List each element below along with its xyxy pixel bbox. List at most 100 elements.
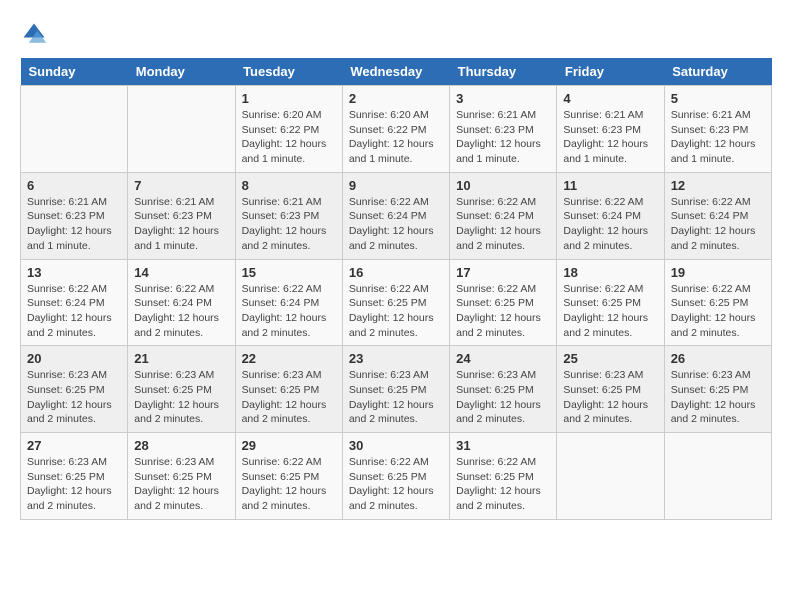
- day-number: 26: [671, 351, 765, 366]
- day-number: 17: [456, 265, 550, 280]
- day-info: Sunrise: 6:22 AM Sunset: 6:25 PM Dayligh…: [349, 282, 443, 341]
- day-header-thursday: Thursday: [450, 58, 557, 86]
- day-info: Sunrise: 6:23 AM Sunset: 6:25 PM Dayligh…: [349, 368, 443, 427]
- day-info: Sunrise: 6:21 AM Sunset: 6:23 PM Dayligh…: [671, 108, 765, 167]
- day-info: Sunrise: 6:23 AM Sunset: 6:25 PM Dayligh…: [134, 368, 228, 427]
- day-number: 3: [456, 91, 550, 106]
- calendar-cell: 27 Sunrise: 6:23 AM Sunset: 6:25 PM Dayli…: [21, 433, 128, 520]
- day-number: 10: [456, 178, 550, 193]
- calendar-cell: 7Sunrise: 6:21 AM Sunset: 6:23 PM Daylig…: [128, 172, 235, 259]
- calendar-cell: [557, 433, 664, 520]
- calendar-cell: 1 Sunrise: 6:20 AM Sunset: 6:22 PM Daylig…: [235, 86, 342, 173]
- calendar-cell: 28 Sunrise: 6:23 AM Sunset: 6:25 PM Dayli…: [128, 433, 235, 520]
- calendar-cell: 14 Sunrise: 6:22 AM Sunset: 6:24 PM Dayli…: [128, 259, 235, 346]
- day-info: Sunrise: 6:22 AM Sunset: 6:25 PM Dayligh…: [456, 455, 550, 514]
- day-number: 13: [27, 265, 121, 280]
- calendar-cell: 23 Sunrise: 6:23 AM Sunset: 6:25 PM Dayli…: [342, 346, 449, 433]
- day-number: 1: [242, 91, 336, 106]
- day-info: Sunrise: 6:23 AM Sunset: 6:25 PM Dayligh…: [27, 455, 121, 514]
- day-header-saturday: Saturday: [664, 58, 771, 86]
- day-info: Sunrise: 6:22 AM Sunset: 6:25 PM Dayligh…: [563, 282, 657, 341]
- day-number: 8: [242, 178, 336, 193]
- calendar-cell: [21, 86, 128, 173]
- calendar-cell: 11 Sunrise: 6:22 AM Sunset: 6:24 PM Dayli…: [557, 172, 664, 259]
- day-info: Sunrise: 6:20 AM Sunset: 6:22 PM Dayligh…: [242, 108, 336, 167]
- day-number: 9: [349, 178, 443, 193]
- day-info: Sunrise: 6:23 AM Sunset: 6:25 PM Dayligh…: [671, 368, 765, 427]
- day-number: 11: [563, 178, 657, 193]
- calendar-cell: 26 Sunrise: 6:23 AM Sunset: 6:25 PM Dayli…: [664, 346, 771, 433]
- day-number: 29: [242, 438, 336, 453]
- day-info: Sunrise: 6:21 AM Sunset: 6:23 PM Dayligh…: [242, 195, 336, 254]
- calendar-cell: [664, 433, 771, 520]
- day-info: Sunrise: 6:21 AM Sunset: 6:23 PM Dayligh…: [563, 108, 657, 167]
- calendar-cell: 20 Sunrise: 6:23 AM Sunset: 6:25 PM Dayli…: [21, 346, 128, 433]
- calendar-cell: 24 Sunrise: 6:23 AM Sunset: 6:25 PM Dayli…: [450, 346, 557, 433]
- calendar-week-row: 1 Sunrise: 6:20 AM Sunset: 6:22 PM Daylig…: [21, 86, 772, 173]
- calendar-cell: 15 Sunrise: 6:22 AM Sunset: 6:24 PM Dayli…: [235, 259, 342, 346]
- day-header-friday: Friday: [557, 58, 664, 86]
- day-number: 31: [456, 438, 550, 453]
- calendar-cell: 16 Sunrise: 6:22 AM Sunset: 6:25 PM Dayli…: [342, 259, 449, 346]
- day-number: 15: [242, 265, 336, 280]
- calendar-cell: 17 Sunrise: 6:22 AM Sunset: 6:25 PM Dayli…: [450, 259, 557, 346]
- calendar-cell: 3 Sunrise: 6:21 AM Sunset: 6:23 PM Daylig…: [450, 86, 557, 173]
- calendar-week-row: 27 Sunrise: 6:23 AM Sunset: 6:25 PM Dayli…: [21, 433, 772, 520]
- day-number: 30: [349, 438, 443, 453]
- day-number: 5: [671, 91, 765, 106]
- calendar-cell: 22Sunrise: 6:23 AM Sunset: 6:25 PM Dayli…: [235, 346, 342, 433]
- day-info: Sunrise: 6:22 AM Sunset: 6:24 PM Dayligh…: [349, 195, 443, 254]
- calendar-week-row: 20 Sunrise: 6:23 AM Sunset: 6:25 PM Dayli…: [21, 346, 772, 433]
- calendar-cell: 18Sunrise: 6:22 AM Sunset: 6:25 PM Dayli…: [557, 259, 664, 346]
- day-header-sunday: Sunday: [21, 58, 128, 86]
- day-info: Sunrise: 6:20 AM Sunset: 6:22 PM Dayligh…: [349, 108, 443, 167]
- day-info: Sunrise: 6:22 AM Sunset: 6:25 PM Dayligh…: [242, 455, 336, 514]
- day-info: Sunrise: 6:23 AM Sunset: 6:25 PM Dayligh…: [456, 368, 550, 427]
- day-number: 24: [456, 351, 550, 366]
- day-number: 2: [349, 91, 443, 106]
- day-info: Sunrise: 6:23 AM Sunset: 6:25 PM Dayligh…: [27, 368, 121, 427]
- day-number: 6: [27, 178, 121, 193]
- day-number: 7: [134, 178, 228, 193]
- day-info: Sunrise: 6:22 AM Sunset: 6:25 PM Dayligh…: [349, 455, 443, 514]
- calendar-cell: 12 Sunrise: 6:22 AM Sunset: 6:24 PM Dayli…: [664, 172, 771, 259]
- logo-icon: [20, 20, 48, 48]
- calendar-cell: 29 Sunrise: 6:22 AM Sunset: 6:25 PM Dayli…: [235, 433, 342, 520]
- day-info: Sunrise: 6:22 AM Sunset: 6:24 PM Dayligh…: [456, 195, 550, 254]
- day-number: 14: [134, 265, 228, 280]
- day-info: Sunrise: 6:22 AM Sunset: 6:25 PM Dayligh…: [671, 282, 765, 341]
- calendar-cell: 9 Sunrise: 6:22 AM Sunset: 6:24 PM Daylig…: [342, 172, 449, 259]
- day-number: 23: [349, 351, 443, 366]
- day-info: Sunrise: 6:23 AM Sunset: 6:25 PM Dayligh…: [134, 455, 228, 514]
- day-number: 12: [671, 178, 765, 193]
- day-header-tuesday: Tuesday: [235, 58, 342, 86]
- calendar-cell: 19Sunrise: 6:22 AM Sunset: 6:25 PM Dayli…: [664, 259, 771, 346]
- calendar-cell: 8 Sunrise: 6:21 AM Sunset: 6:23 PM Daylig…: [235, 172, 342, 259]
- day-info: Sunrise: 6:22 AM Sunset: 6:24 PM Dayligh…: [671, 195, 765, 254]
- calendar-cell: 30 Sunrise: 6:22 AM Sunset: 6:25 PM Dayli…: [342, 433, 449, 520]
- calendar-cell: 6 Sunrise: 6:21 AM Sunset: 6:23 PM Daylig…: [21, 172, 128, 259]
- days-header-row: SundayMondayTuesdayWednesdayThursdayFrid…: [21, 58, 772, 86]
- calendar-cell: 21Sunrise: 6:23 AM Sunset: 6:25 PM Dayli…: [128, 346, 235, 433]
- day-number: 20: [27, 351, 121, 366]
- day-info: Sunrise: 6:22 AM Sunset: 6:24 PM Dayligh…: [242, 282, 336, 341]
- calendar-cell: 5 Sunrise: 6:21 AM Sunset: 6:23 PM Daylig…: [664, 86, 771, 173]
- calendar-cell: 2 Sunrise: 6:20 AM Sunset: 6:22 PM Daylig…: [342, 86, 449, 173]
- calendar-table: SundayMondayTuesdayWednesdayThursdayFrid…: [20, 58, 772, 520]
- calendar-cell: [128, 86, 235, 173]
- day-number: 28: [134, 438, 228, 453]
- page-header: [20, 20, 772, 48]
- day-header-monday: Monday: [128, 58, 235, 86]
- day-info: Sunrise: 6:22 AM Sunset: 6:24 PM Dayligh…: [134, 282, 228, 341]
- day-info: Sunrise: 6:21 AM Sunset: 6:23 PM Dayligh…: [27, 195, 121, 254]
- day-info: Sunrise: 6:22 AM Sunset: 6:25 PM Dayligh…: [456, 282, 550, 341]
- calendar-week-row: 13 Sunrise: 6:22 AM Sunset: 6:24 PM Dayli…: [21, 259, 772, 346]
- day-info: Sunrise: 6:22 AM Sunset: 6:24 PM Dayligh…: [563, 195, 657, 254]
- calendar-cell: 13 Sunrise: 6:22 AM Sunset: 6:24 PM Dayli…: [21, 259, 128, 346]
- day-info: Sunrise: 6:22 AM Sunset: 6:24 PM Dayligh…: [27, 282, 121, 341]
- day-number: 16: [349, 265, 443, 280]
- day-number: 4: [563, 91, 657, 106]
- day-number: 27: [27, 438, 121, 453]
- day-info: Sunrise: 6:21 AM Sunset: 6:23 PM Dayligh…: [456, 108, 550, 167]
- calendar-cell: 10 Sunrise: 6:22 AM Sunset: 6:24 PM Dayli…: [450, 172, 557, 259]
